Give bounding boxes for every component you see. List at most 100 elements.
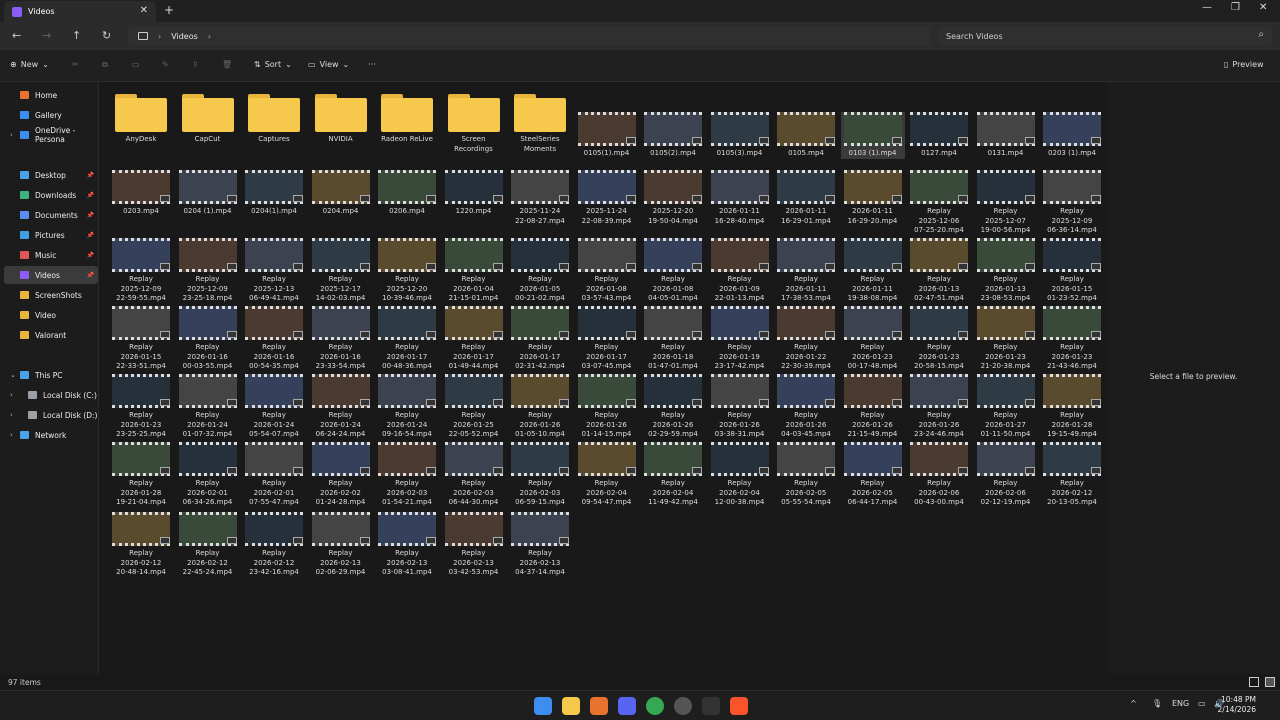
video-file-item[interactable]: Replay 2026-01-11 19-38-08.mp4 [841, 238, 905, 304]
video-file-item[interactable]: Replay 2026-02-02 01-24-28.mp4 [309, 442, 373, 508]
sidebar-item-gallery[interactable]: Gallery [4, 106, 98, 124]
video-file-item[interactable]: Replay 2026-01-19 23-17-42.mp4 [708, 306, 772, 372]
video-file-item[interactable]: Replay 2026-01-13 02-47-51.mp4 [907, 238, 971, 304]
restore-button[interactable]: ❐ [1231, 2, 1240, 13]
video-file-item[interactable]: Replay 2026-02-12 23-42-16.mp4 [242, 512, 306, 578]
sidebar-item-network[interactable]: › Network [4, 426, 98, 444]
steam-icon[interactable] [674, 697, 692, 715]
video-file-item[interactable]: Replay 2026-01-24 01-07-32.mp4 [176, 374, 240, 440]
cut-button[interactable]: ✂ [72, 60, 79, 69]
video-file-item[interactable]: Replay 2026-01-16 00-03-55.mp4 [176, 306, 240, 372]
video-file-item[interactable]: Replay 2026-01-27 01-11-50.mp4 [974, 374, 1038, 440]
close-window-button[interactable]: ✕ [1259, 2, 1267, 13]
discord-icon[interactable] [618, 697, 636, 715]
video-file-item[interactable]: 2026-01-11 16-28-40.mp4 [708, 170, 772, 226]
sidebar-item-downloads[interactable]: Downloads 📌 [4, 186, 98, 204]
video-file-item[interactable]: Replay 2026-02-12 20-13-05.mp4 [1040, 442, 1104, 508]
video-file-item[interactable]: Replay 2026-02-03 06-44-30.mp4 [442, 442, 506, 508]
video-file-item[interactable]: 0206.mp4 [375, 170, 439, 217]
video-file-item[interactable]: Replay 2026-01-13 23-08-53.mp4 [974, 238, 1038, 304]
video-file-item[interactable]: Replay 2025-12-09 22-59-55.mp4 [109, 238, 173, 304]
video-file-item[interactable]: Replay 2026-01-22 22-30-39.mp4 [774, 306, 838, 372]
back-button[interactable]: ← [12, 29, 21, 42]
minimize-button[interactable]: — [1202, 2, 1212, 13]
video-file-item[interactable]: Replay 2026-02-13 04-37-14.mp4 [508, 512, 572, 578]
sidebar-item-onedrive-persona[interactable]: › OneDrive - Persona [4, 126, 98, 144]
microphone-icon[interactable]: 🎙 [1152, 699, 1162, 708]
video-file-item[interactable]: Replay 2026-01-11 17-38-53.mp4 [774, 238, 838, 304]
video-file-item[interactable]: Replay 2026-01-28 19-21-04.mp4 [109, 442, 173, 508]
video-file-item[interactable]: Replay 2026-01-23 20-58-15.mp4 [907, 306, 971, 372]
video-file-item[interactable]: Replay 2025-12-17 14-02-03.mp4 [309, 238, 373, 304]
details-view-button[interactable] [1249, 677, 1259, 687]
video-file-item[interactable]: Replay 2026-01-26 03-38-31.mp4 [708, 374, 772, 440]
video-file-item[interactable]: Replay 2026-01-16 00-54-35.mp4 [242, 306, 306, 372]
refresh-button[interactable]: ↻ [102, 29, 111, 42]
folder-item[interactable]: Captures [242, 92, 306, 145]
video-file-item[interactable]: Replay 2026-01-28 19-15-49.mp4 [1040, 374, 1104, 440]
sidebar-item-videos[interactable]: Videos 📌 [4, 266, 98, 284]
search-input[interactable]: Search Videos ⌕ [938, 26, 1272, 46]
video-file-item[interactable]: Replay 2026-01-08 03-57-43.mp4 [575, 238, 639, 304]
folder-item[interactable]: NVIDIA [309, 92, 373, 145]
video-file-item[interactable]: Replay 2026-01-15 22-33-51.mp4 [109, 306, 173, 372]
video-file-item[interactable]: 2025-11-24 22-08-27.mp4 [508, 170, 572, 226]
sidebar-item-screenshots[interactable]: ScreenShots [4, 286, 98, 304]
video-file-item[interactable]: Replay 2026-01-26 23-24-46.mp4 [907, 374, 971, 440]
rename-button[interactable]: ✎ [162, 60, 169, 69]
sidebar-item-pictures[interactable]: Pictures 📌 [4, 226, 98, 244]
video-file-item[interactable]: Replay 2026-02-01 06-34-26.mp4 [176, 442, 240, 508]
sidebar-item-documents[interactable]: Documents 📌 [4, 206, 98, 224]
copy-button[interactable]: ⧉ [102, 60, 108, 70]
video-file-item[interactable]: 0204(1).mp4 [242, 170, 306, 217]
video-file-item[interactable]: Replay 2026-02-06 02-12-19.mp4 [974, 442, 1038, 508]
video-file-item[interactable]: 0203 (1).mp4 [1040, 112, 1104, 159]
sidebar-item-valorant[interactable]: Valorant [4, 326, 98, 344]
video-file-item[interactable]: 0204.mp4 [309, 170, 373, 217]
video-file-item[interactable]: 0105(3).mp4 [708, 112, 772, 159]
chevron-icon[interactable]: › [10, 131, 13, 139]
language-indicator[interactable]: ENG [1172, 699, 1189, 708]
sidebar-item-video[interactable]: Video [4, 306, 98, 324]
video-file-item[interactable]: 0204 (1).mp4 [176, 170, 240, 217]
sidebar-item-desktop[interactable]: Desktop 📌 [4, 166, 98, 184]
video-file-item[interactable]: Replay 2026-02-04 12-00-38.mp4 [708, 442, 772, 508]
chevron-icon[interactable]: › [10, 431, 13, 439]
folder-item[interactable]: Screen Recordings [442, 92, 506, 154]
video-file-item[interactable]: Replay 2026-01-25 22-05-52.mp4 [442, 374, 506, 440]
new-button[interactable]: ⊕ New ⌄ [10, 60, 49, 69]
clock[interactable]: 10:48 PM 2/14/2026 [1218, 695, 1256, 715]
video-file-item[interactable]: Replay 2026-01-26 01-14-15.mp4 [575, 374, 639, 440]
share-button[interactable]: ⇪ [192, 60, 199, 69]
video-file-item[interactable]: Replay 2026-01-24 09-16-54.mp4 [375, 374, 439, 440]
delete-button[interactable]: 🗑 [222, 60, 232, 69]
forward-button[interactable]: → [42, 29, 51, 42]
video-file-item[interactable]: Replay 2026-01-17 01-49-44.mp4 [442, 306, 506, 372]
video-file-item[interactable]: Replay 2026-01-23 23-25-25.mp4 [109, 374, 173, 440]
video-file-item[interactable]: Replay 2026-01-09 22-01-13.mp4 [708, 238, 772, 304]
video-file-item[interactable]: 2025-11-24 22-08-39.mp4 [575, 170, 639, 226]
video-file-item[interactable]: Replay 2026-01-18 01-47-01.mp4 [641, 306, 705, 372]
up-button[interactable]: ↑ [72, 29, 81, 42]
preview-pane-button[interactable]: ▯ Preview [1224, 60, 1264, 69]
breadcrumb-videos[interactable]: Videos [171, 32, 198, 41]
video-file-item[interactable]: Replay 2026-02-04 11-49-42.mp4 [641, 442, 705, 508]
paste-button[interactable]: ▭ [132, 60, 140, 69]
sort-button[interactable]: ⇅ Sort ⌄ [254, 60, 292, 69]
video-file-item[interactable]: Replay 2026-01-26 21-15-49.mp4 [841, 374, 905, 440]
start-button[interactable] [534, 697, 552, 715]
video-file-item[interactable]: Replay 2026-01-08 04-05-01.mp4 [641, 238, 705, 304]
app-icon[interactable] [590, 697, 608, 715]
video-file-item[interactable]: 0203.mp4 [109, 170, 173, 217]
video-file-item[interactable]: Replay 2026-02-03 06-59-15.mp4 [508, 442, 572, 508]
video-file-item[interactable]: Replay 2026-01-23 21-20-38.mp4 [974, 306, 1038, 372]
sidebar-item-music[interactable]: Music 📌 [4, 246, 98, 264]
sidebar-item-this-pc[interactable]: ⌄ This PC [4, 366, 98, 384]
video-file-item[interactable]: Replay 2026-01-24 06-24-24.mp4 [309, 374, 373, 440]
video-file-item[interactable]: Replay 2026-02-01 07-55-47.mp4 [242, 442, 306, 508]
epic-games-icon[interactable] [702, 697, 720, 715]
sidebar-item-home[interactable]: Home [4, 86, 98, 104]
video-file-item[interactable]: Replay 2026-01-26 02-29-59.mp4 [641, 374, 705, 440]
folder-item[interactable]: CapCut [176, 92, 240, 145]
chrome-icon[interactable] [646, 697, 664, 715]
